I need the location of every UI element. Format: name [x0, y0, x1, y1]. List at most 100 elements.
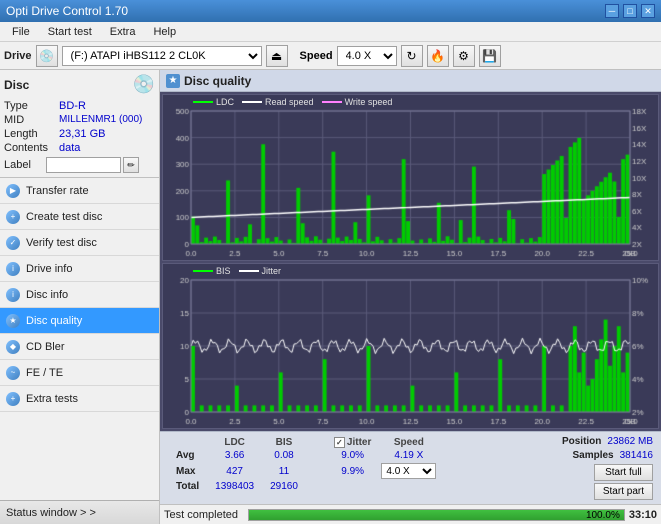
cd-bler-icon: ◆	[6, 340, 20, 354]
disc-info-table: Type BD-R MID MILLENMR1 (000) Length 23,…	[4, 99, 155, 155]
nav-verify-test-disc[interactable]: ✓ Verify test disc	[0, 230, 159, 256]
position-label: Position	[562, 436, 601, 447]
speed-select-stats[interactable]: 4.0 X	[381, 463, 436, 479]
row-avg-label: Avg	[168, 449, 207, 462]
nav-cd-bler[interactable]: ◆ CD Bler	[0, 334, 159, 360]
eject-button[interactable]: ⏏	[266, 45, 288, 67]
ldc-chart-container: LDC Read speed Write speed	[162, 94, 659, 261]
nav-transfer-rate[interactable]: ▶ Transfer rate	[0, 178, 159, 204]
contents-label: Contents	[4, 141, 59, 155]
type-label: Type	[4, 99, 59, 113]
legend-write: Write speed	[322, 97, 393, 107]
start-part-button[interactable]: Start part	[594, 483, 653, 500]
sidebar: Disc 💿 Type BD-R MID MILLENMR1 (000) Len…	[0, 70, 160, 524]
nav-create-test-disc[interactable]: + Create test disc	[0, 204, 159, 230]
legend-read: Read speed	[242, 97, 314, 107]
samples-value: 381416	[620, 450, 653, 461]
row-total-label: Total	[168, 480, 207, 493]
stats-bottom: LDC BIS ✓ Jitter Speed	[164, 434, 657, 502]
drive-info-icon: i	[6, 262, 20, 276]
drive-label: Drive	[4, 50, 32, 62]
label-row: Label ✏	[4, 157, 155, 173]
maximize-button[interactable]: □	[623, 4, 637, 18]
nav-fe-te[interactable]: ~ FE / TE	[0, 360, 159, 386]
samples-label: Samples	[572, 450, 613, 461]
stats-panel: LDC BIS ✓ Jitter Speed	[160, 431, 661, 504]
nav-disc-quality[interactable]: ★ Disc quality	[0, 308, 159, 334]
label-field-label: Label	[4, 159, 44, 171]
write-legend-color	[322, 101, 342, 103]
ldc-chart-legend: LDC Read speed Write speed	[193, 97, 392, 107]
nav-items: ▶ Transfer rate + Create test disc ✓ Ver…	[0, 178, 159, 500]
status-window-button[interactable]: Status window > >	[0, 500, 159, 524]
create-test-disc-icon: +	[6, 210, 20, 224]
ldc-legend-color	[193, 101, 213, 103]
total-bis: 29160	[262, 480, 306, 493]
mid-value: MILLENMR1 (000)	[59, 113, 155, 127]
minimize-button[interactable]: ─	[605, 4, 619, 18]
avg-speed: 4.19 X	[379, 449, 438, 462]
nav-label-fe-te: FE / TE	[26, 367, 63, 379]
col-ldc: LDC	[207, 436, 262, 449]
extra-tests-icon: +	[6, 392, 20, 406]
ldc-canvas	[163, 95, 658, 260]
length-value: 23,31 GB	[59, 127, 155, 141]
progress-area: Test completed 100.0% 33:10	[160, 504, 661, 524]
disc-section-title: Disc	[4, 78, 29, 92]
type-value: BD-R	[59, 99, 155, 113]
disc-quality-header: ★ Disc quality	[160, 70, 661, 92]
speed-label: Speed	[300, 50, 333, 62]
app-title: Opti Drive Control 1.70	[6, 4, 128, 18]
samples-row: Samples 381416	[572, 450, 653, 461]
status-text: Test completed	[164, 509, 244, 521]
length-label: Length	[4, 127, 59, 141]
row-max-label: Max	[168, 462, 207, 480]
main-layout: Disc 💿 Type BD-R MID MILLENMR1 (000) Len…	[0, 70, 661, 524]
nav-drive-info[interactable]: i Drive info	[0, 256, 159, 282]
legend-ldc: LDC	[193, 97, 234, 107]
label-edit-button[interactable]: ✏	[123, 157, 139, 173]
menubar: File Start test Extra Help	[0, 22, 661, 42]
menu-file[interactable]: File	[4, 24, 38, 40]
nav-extra-tests[interactable]: + Extra tests	[0, 386, 159, 412]
avg-jitter: 9.0%	[326, 449, 379, 462]
time-display: 33:10	[629, 509, 657, 521]
burn-button[interactable]: 🔥	[427, 45, 449, 67]
drive-select[interactable]: (F:) ATAPI iHBS112 2 CL0K	[62, 46, 262, 66]
menu-help[interactable]: Help	[145, 24, 184, 40]
transfer-rate-icon: ▶	[6, 184, 20, 198]
nav-label-cd-bler: CD Bler	[26, 341, 65, 353]
status-window-label: Status window > >	[6, 507, 96, 519]
settings-button[interactable]: ⚙	[453, 45, 475, 67]
charts-area: LDC Read speed Write speed	[160, 92, 661, 431]
bis-chart-container: BIS Jitter	[162, 263, 659, 429]
position-value: 23862 MB	[607, 436, 653, 447]
nav-label-verify-test-disc: Verify test disc	[26, 237, 97, 249]
read-legend-color	[242, 101, 262, 103]
label-input[interactable]	[46, 157, 121, 173]
disc-quality-title: Disc quality	[184, 74, 251, 88]
close-button[interactable]: ✕	[641, 4, 655, 18]
drive-icon-button[interactable]: 💿	[36, 45, 58, 67]
menu-start-test[interactable]: Start test	[40, 24, 100, 40]
disc-section: Disc 💿 Type BD-R MID MILLENMR1 (000) Len…	[0, 70, 159, 178]
col-jitter: ✓ Jitter	[326, 436, 379, 449]
col-bis: BIS	[262, 436, 306, 449]
bis-canvas	[163, 264, 658, 428]
refresh-button[interactable]: ↻	[401, 45, 423, 67]
nav-label-drive-info: Drive info	[26, 263, 72, 275]
legend-jitter: Jitter	[239, 266, 282, 276]
max-jitter: 9.9%	[326, 462, 379, 480]
nav-label-transfer-rate: Transfer rate	[26, 185, 89, 197]
menu-extra[interactable]: Extra	[102, 24, 144, 40]
jitter-checkbox[interactable]: ✓	[334, 437, 345, 448]
verify-test-disc-icon: ✓	[6, 236, 20, 250]
speed-select-toolbar[interactable]: 4.0 X	[337, 46, 397, 66]
stats-table: LDC BIS ✓ Jitter Speed	[168, 436, 438, 493]
save-button[interactable]: 💾	[479, 45, 501, 67]
start-full-button[interactable]: Start full	[594, 464, 653, 481]
nav-label-disc-quality: Disc quality	[26, 315, 82, 327]
nav-disc-info[interactable]: i Disc info	[0, 282, 159, 308]
avg-ldc: 3.66	[207, 449, 262, 462]
jitter-legend-color	[239, 270, 259, 272]
